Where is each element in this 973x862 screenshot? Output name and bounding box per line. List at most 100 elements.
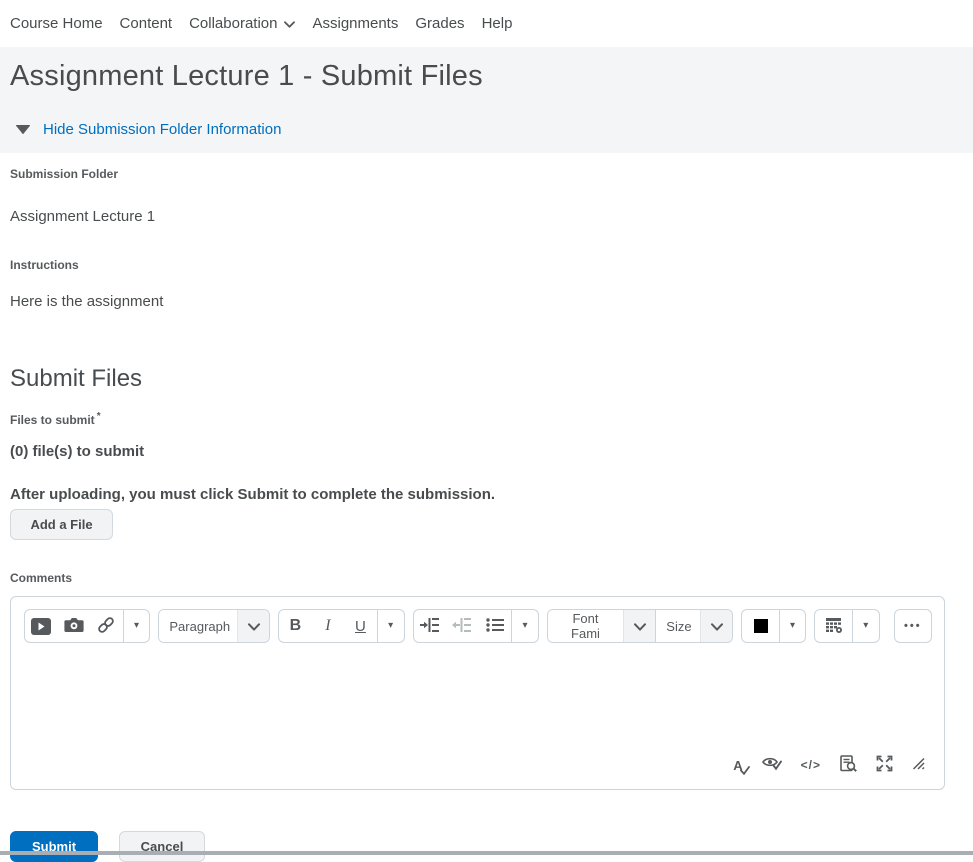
- toolbar-overflow-button[interactable]: •••: [895, 610, 931, 642]
- table-icon: [825, 616, 843, 637]
- preview-magnifier-icon: [840, 755, 857, 775]
- font-color-button[interactable]: [742, 610, 778, 642]
- chevron-down-icon: [633, 619, 646, 634]
- font-color-group: ▾: [741, 609, 807, 643]
- instructions-label: Instructions: [10, 258, 79, 272]
- editor-toolbar: ▾ Paragraph B I U ▾ ▾ Font Fami Size ▾ ▾…: [11, 597, 944, 643]
- files-count: (0) file(s) to submit: [10, 443, 145, 460]
- bold-button[interactable]: B: [279, 610, 312, 642]
- submission-folder-value: Assignment Lecture 1: [10, 208, 156, 225]
- page-header: Assignment Lecture 1 - Submit Files Hide…: [0, 47, 973, 153]
- list-indent-group: ▾: [412, 609, 539, 643]
- nav-item-assignments[interactable]: Assignments: [312, 15, 398, 32]
- font-size-dropdown[interactable]: Size: [655, 610, 701, 642]
- html-source-button[interactable]: </>: [801, 758, 821, 772]
- insert-menu-caret-button[interactable]: ▾: [124, 610, 150, 642]
- main-content: Submission Folder Assignment Lecture 1 I…: [0, 167, 973, 862]
- insert-group: ▾: [24, 609, 151, 643]
- nav-label: Collaboration: [189, 15, 278, 32]
- preview-button[interactable]: [840, 755, 857, 775]
- accessibility-check-icon: A: [733, 758, 750, 775]
- nav-label: Course Home: [10, 15, 103, 32]
- nav-label: Grades: [415, 15, 465, 32]
- text-style-group: B I U ▾: [278, 609, 405, 643]
- insert-link-button[interactable]: [90, 610, 123, 642]
- overflow-group: •••: [893, 609, 932, 643]
- required-marker: *: [96, 411, 101, 422]
- table-caret-button[interactable]: ▾: [853, 610, 879, 642]
- files-label-text: Files to submit: [10, 413, 95, 427]
- files-to-submit-label: Files to submit *: [10, 411, 963, 427]
- insert-stuff-play-icon: [31, 617, 52, 635]
- paragraph-format-chevron-button[interactable]: [236, 610, 270, 642]
- comments-editor-content[interactable]: [11, 643, 944, 755]
- paragraph-format-group: Paragraph: [158, 609, 271, 643]
- resize-handle[interactable]: [912, 757, 925, 773]
- outdent-icon: [452, 617, 472, 636]
- chevron-down-icon: [284, 15, 296, 32]
- footer-divider: [0, 851, 973, 855]
- chevron-down-icon: [247, 619, 260, 634]
- comments-label: Comments: [10, 571, 73, 585]
- comments-editor: ▾ Paragraph B I U ▾ ▾ Font Fami Size ▾ ▾…: [10, 596, 945, 790]
- nav-item-collaboration[interactable]: Collaboration: [189, 15, 296, 32]
- font-family-dropdown[interactable]: Font Fami: [547, 610, 624, 642]
- nav-label: Content: [119, 15, 173, 32]
- html-source-icon: </>: [800, 758, 821, 772]
- ellipsis-icon: •••: [904, 620, 922, 632]
- nav-item-help[interactable]: Help: [482, 15, 513, 32]
- chevron-down-icon: [710, 619, 723, 634]
- cancel-button[interactable]: Cancel: [119, 831, 205, 862]
- link-icon: [97, 616, 115, 637]
- nav-item-grades[interactable]: Grades: [415, 15, 464, 32]
- upload-note: After uploading, you must click Submit t…: [10, 486, 496, 503]
- editor-footer: A </>: [11, 755, 944, 789]
- paragraph-format-dropdown[interactable]: Paragraph: [159, 610, 237, 642]
- table-group: ▾: [814, 609, 880, 643]
- submit-button[interactable]: Submit: [10, 831, 98, 862]
- fullscreen-icon: [876, 755, 893, 775]
- insert-image-button[interactable]: [58, 610, 91, 642]
- color-swatch-icon: [753, 619, 768, 633]
- submission-folder-label: Submission Folder: [10, 167, 119, 181]
- outdent-button[interactable]: [446, 610, 479, 642]
- font-color-caret-button[interactable]: ▾: [780, 610, 806, 642]
- spellcheck-button[interactable]: [761, 756, 782, 774]
- indent-button[interactable]: [414, 610, 447, 642]
- camera-icon: [64, 617, 84, 636]
- nav-label: Help: [481, 15, 513, 32]
- eye-check-icon: [761, 756, 782, 774]
- insert-table-button[interactable]: [815, 610, 851, 642]
- bullet-list-icon: [486, 617, 504, 636]
- form-actions: Submit Cancel: [10, 831, 963, 862]
- underline-button[interactable]: U: [344, 610, 377, 642]
- submit-files-heading: Submit Files: [10, 365, 143, 392]
- nav-label: Assignments: [312, 15, 399, 32]
- caret-down-icon: ▾: [388, 620, 394, 631]
- caret-down-icon: ▾: [133, 620, 139, 631]
- bullet-list-button[interactable]: [479, 610, 512, 642]
- insert-stuff-button[interactable]: [25, 610, 58, 642]
- hide-folder-info-link[interactable]: Hide Submission Folder Information: [43, 121, 281, 138]
- resize-grip-icon: [912, 757, 925, 773]
- font-group: Font Fami Size: [546, 609, 734, 643]
- indent-icon: [419, 617, 440, 636]
- font-size-chevron-button[interactable]: [700, 610, 733, 642]
- italic-button[interactable]: I: [312, 610, 345, 642]
- nav-item-content[interactable]: Content: [120, 15, 173, 32]
- caret-down-icon: ▾: [863, 620, 869, 631]
- instructions-value: Here is the assignment: [10, 293, 164, 310]
- font-family-chevron-button[interactable]: [623, 610, 656, 642]
- caret-down-icon: ▾: [522, 620, 528, 631]
- collapse-arrow-icon[interactable]: [16, 121, 30, 138]
- course-navbar: Course Home Content Collaboration Assign…: [0, 0, 973, 47]
- caret-down-icon: ▾: [790, 620, 796, 631]
- fullscreen-button[interactable]: [876, 755, 893, 775]
- list-caret-button[interactable]: ▾: [512, 610, 538, 642]
- add-file-button[interactable]: Add a File: [10, 509, 113, 540]
- folder-info-toggle[interactable]: Hide Submission Folder Information: [10, 121, 963, 138]
- text-style-caret-button[interactable]: ▾: [378, 610, 404, 642]
- nav-item-course-home[interactable]: Course Home: [10, 15, 103, 32]
- page-title: Assignment Lecture 1 - Submit Files: [10, 60, 483, 92]
- accessibility-check-button[interactable]: A: [733, 758, 750, 775]
